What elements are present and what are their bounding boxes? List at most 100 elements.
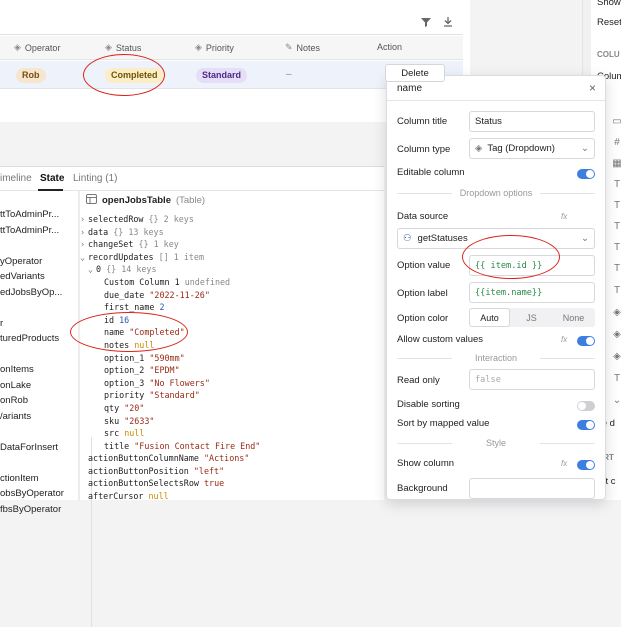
tab-state[interactable]: State <box>40 173 64 184</box>
query-list-item[interactable]: DataForInsert <box>0 442 78 458</box>
state-tree-row[interactable]: ⌄ 0 {} 14 keys <box>80 263 384 276</box>
tag-icon[interactable]: ◈ <box>611 351 621 363</box>
chevron-down-icon[interactable]: ⌄ <box>611 395 621 407</box>
column-title-input[interactable]: Status <box>469 111 595 132</box>
column-header-operator[interactable]: ◈ Operator <box>14 42 60 53</box>
read-only-input[interactable]: false <box>469 369 595 390</box>
tag-icon: ◈ <box>195 42 202 52</box>
query-list-item[interactable]: turedProducts <box>0 333 78 349</box>
option-label-input[interactable]: {{item.name}} <box>469 282 595 303</box>
query-list-item[interactable]: r <box>0 318 78 334</box>
column-header-priority[interactable]: ◈ Priority <box>195 42 234 53</box>
text-icon[interactable]: T <box>611 179 621 191</box>
query-list-item[interactable]: ttToAdminPr... <box>0 209 78 225</box>
state-tree-row: actionButtonPosition "left" <box>80 465 384 478</box>
query-list-item[interactable]: ttToAdminPr... <box>0 225 78 241</box>
column-header-action[interactable]: Action <box>377 42 402 52</box>
tab-timeline[interactable]: imeline <box>0 173 32 184</box>
state-tree-row: src null <box>80 427 384 440</box>
query-list-item[interactable]: obsByOperator <box>0 488 78 504</box>
state-key: recordUpdates <box>88 251 154 262</box>
table-header: ◈ Operator ◈ Status ◈ Priority ✎ Notes A… <box>0 36 463 60</box>
state-header[interactable]: openJobsTable (Table) <box>86 194 205 207</box>
query-list-item[interactable]: onRob <box>0 395 78 411</box>
close-icon[interactable]: × <box>589 81 596 95</box>
query-list-item[interactable]: fbsByOperator <box>0 504 78 520</box>
disable-sorting-toggle[interactable] <box>577 401 595 411</box>
sort-mapped-label: Sort by mapped value <box>397 418 490 429</box>
annotation-circle-status <box>83 54 165 96</box>
state-value: "No Flowers" <box>149 377 210 388</box>
text-icon[interactable]: T <box>611 373 621 385</box>
state-key: sku <box>104 415 120 426</box>
column-header-notes[interactable]: ✎ Notes <box>285 42 320 53</box>
query-list-item[interactable]: edVariants <box>0 271 78 287</box>
state-tree-row: sku "2633" <box>80 415 384 428</box>
state-tree: › selectedRow {} 2 keys › data {} 13 keys › c… <box>80 213 384 503</box>
filter-icon[interactable] <box>418 14 434 30</box>
text-icon[interactable]: T <box>611 200 621 212</box>
text-icon: ✎ <box>285 42 293 52</box>
state-meta: {} 2 keys <box>148 214 194 224</box>
state-tree-row: afterCursor null <box>80 490 384 503</box>
tag-icon[interactable]: ◈ <box>611 307 621 319</box>
chevron-right-icon[interactable]: › <box>80 226 88 239</box>
query-list-item[interactable] <box>0 457 78 473</box>
tag-icon[interactable]: ◈ <box>611 329 621 341</box>
text-icon[interactable]: T <box>611 221 621 233</box>
option-color-auto[interactable]: Auto <box>469 308 510 327</box>
sort-mapped-toggle[interactable] <box>577 420 595 430</box>
state-tree-row[interactable]: › data {} 13 keys <box>80 226 384 239</box>
fx-icon[interactable]: fx <box>561 459 567 468</box>
fx-icon[interactable]: fx <box>561 212 567 221</box>
priority-tag[interactable]: Standard <box>196 68 248 83</box>
background-input[interactable] <box>469 478 595 499</box>
query-list-item[interactable] <box>0 240 78 256</box>
chevron-down-icon[interactable]: ⌄ <box>88 263 96 276</box>
query-list-item[interactable] <box>0 426 78 442</box>
editable-label: Editable column <box>397 167 465 178</box>
show-column-toggle[interactable] <box>577 460 595 470</box>
operator-tag[interactable]: Rob <box>16 68 46 83</box>
image-icon[interactable]: ▭ <box>611 116 621 128</box>
state-tree-row: priority "Standard" <box>80 389 384 402</box>
text-icon[interactable]: T <box>611 263 621 275</box>
query-list-item[interactable]: ctionItem <box>0 473 78 489</box>
delete-button[interactable]: Delete <box>385 64 445 82</box>
text-icon[interactable]: T <box>611 242 621 254</box>
calendar-icon[interactable]: ▦ <box>611 158 621 170</box>
tag-icon: ◈ <box>475 143 483 154</box>
state-value: "2022-11-26" <box>149 289 210 300</box>
query-icon: ⚇ <box>403 233 412 244</box>
state-key: priority <box>104 390 145 401</box>
query-list-item[interactable]: onLake <box>0 380 78 396</box>
download-icon[interactable] <box>440 14 456 30</box>
state-value: "Standard" <box>149 390 200 401</box>
fx-icon[interactable]: fx <box>561 335 567 344</box>
query-list-item[interactable]: yOperator <box>0 256 78 272</box>
show-label[interactable]: Show <box>597 0 621 8</box>
query-list-item[interactable]: /ariants <box>0 411 78 427</box>
tab-linting[interactable]: Linting (1) <box>73 173 117 184</box>
state-value: null <box>124 428 145 439</box>
state-tree-row[interactable]: ⌄ recordUpdates [] 1 item <box>80 251 384 264</box>
number-icon[interactable]: # <box>611 137 621 149</box>
active-tab-indicator <box>38 189 63 191</box>
editable-toggle[interactable] <box>577 169 595 179</box>
option-color-js[interactable]: JS <box>511 308 552 327</box>
text-icon[interactable]: T <box>611 285 621 297</box>
option-color-none[interactable]: None <box>553 308 594 327</box>
state-tree-row[interactable]: › changeSet {} 1 key <box>80 238 384 251</box>
chevron-down-icon[interactable]: ⌄ <box>80 251 88 264</box>
column-header-status[interactable]: ◈ Status <box>105 42 141 53</box>
chevron-right-icon[interactable]: › <box>80 213 88 226</box>
query-list-item[interactable]: onItems <box>0 364 78 380</box>
query-list-item[interactable]: edJobsByOp... <box>0 287 78 303</box>
reset-label[interactable]: Reset <box>597 17 621 28</box>
query-list-item[interactable] <box>0 349 78 365</box>
state-tree-row[interactable]: › selectedRow {} 2 keys <box>80 213 384 226</box>
column-type-select[interactable]: ◈ Tag (Dropdown) ⌄ <box>469 138 595 159</box>
allow-custom-toggle[interactable] <box>577 336 595 346</box>
query-list-item[interactable] <box>0 302 78 318</box>
chevron-right-icon[interactable]: › <box>80 238 88 251</box>
